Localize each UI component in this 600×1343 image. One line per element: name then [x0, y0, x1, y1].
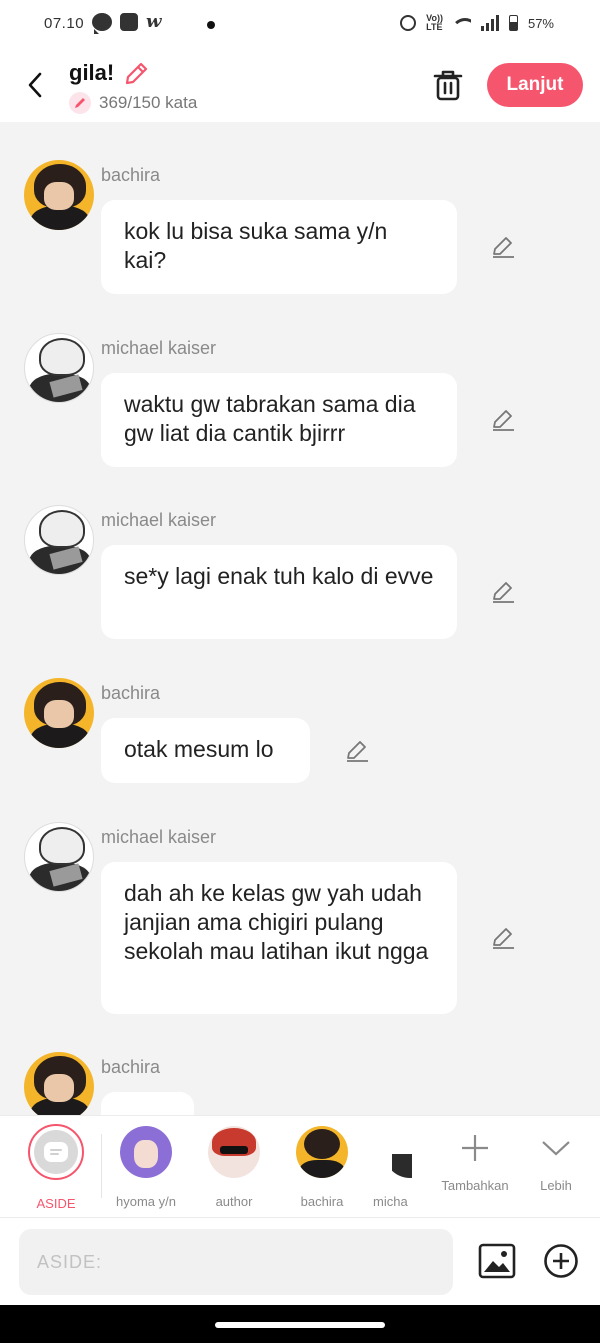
- chevron-down-icon: [542, 1141, 570, 1156]
- character-bar: ASIDE hyoma y/n author bachira micha Tam…: [0, 1115, 600, 1217]
- sender-name: bachira: [101, 1057, 161, 1077]
- add-circle-icon: [544, 1244, 578, 1278]
- insert-image-button[interactable]: [478, 1243, 516, 1279]
- battery-percent: 57%: [527, 15, 554, 31]
- avatar[interactable]: [24, 505, 94, 575]
- character-bachira[interactable]: bachira: [282, 1126, 362, 1209]
- avatar: [120, 1126, 172, 1178]
- wifi-icon: [452, 16, 471, 30]
- app-notification-icon: [120, 13, 138, 31]
- pencil-badge-icon: [69, 92, 91, 114]
- sender-name: michael kaiser: [101, 827, 217, 847]
- edit-icon[interactable]: [490, 234, 516, 260]
- alarm-icon: [400, 15, 417, 31]
- add-label: Tambahkan: [441, 1178, 509, 1193]
- story-title[interactable]: gila!: [69, 60, 114, 86]
- character-label: hyoma y/n: [116, 1194, 176, 1209]
- message-bubble[interactable]: kok lu bisa suka sama y/n kai?: [101, 200, 457, 294]
- image-icon: [478, 1243, 516, 1279]
- signal-icon: [480, 15, 499, 31]
- add-character-button[interactable]: Tambahkan: [435, 1130, 515, 1193]
- message-bubble[interactable]: waktu gw tabrakan sama dia gw liat dia c…: [101, 373, 457, 467]
- edit-title-button[interactable]: [122, 60, 150, 93]
- character-label: author: [215, 1194, 253, 1209]
- character-label: micha: [373, 1194, 408, 1209]
- avatar[interactable]: [24, 333, 94, 403]
- delete-button[interactable]: [432, 68, 464, 102]
- message-bubble[interactable]: se*y lagi enak tuh kalo di evve: [101, 545, 457, 639]
- next-button[interactable]: Lanjut: [487, 63, 583, 107]
- message-bubble[interactable]: [101, 1092, 194, 1115]
- character-label: ASIDE: [36, 1196, 76, 1211]
- sender-name: michael kaiser: [101, 338, 217, 358]
- system-nav-bar: [0, 1305, 600, 1343]
- word-count-label: 369/150 kata: [99, 93, 198, 112]
- aside-bubble-icon: [44, 1142, 68, 1162]
- system-icons: Vo)) LTE 57%: [400, 14, 554, 32]
- avatar: [296, 1126, 348, 1178]
- editor-header: gila! 369/150 kata Lanjut: [0, 50, 600, 122]
- character-author[interactable]: author: [194, 1126, 274, 1209]
- status-time: 07.10: [44, 15, 85, 32]
- input-row: [0, 1217, 600, 1305]
- avatar: [384, 1126, 420, 1178]
- character-kaiser[interactable]: micha: [370, 1126, 420, 1209]
- sender-name: bachira: [101, 683, 161, 703]
- message-bubble[interactable]: otak mesum lo: [101, 718, 310, 783]
- more-label: Lebih: [540, 1178, 572, 1193]
- aside-avatar: [28, 1124, 84, 1180]
- notification-dot-icon: [207, 21, 215, 29]
- pencil-icon: [125, 62, 148, 85]
- character-aside[interactable]: ASIDE: [16, 1124, 96, 1211]
- message-bubble[interactable]: dah ah ke kelas gw yah udah janjian ama …: [101, 862, 457, 1014]
- more-button[interactable]: Lebih: [516, 1130, 596, 1193]
- plus-icon: [462, 1135, 488, 1161]
- add-button[interactable]: [543, 1243, 579, 1279]
- edit-icon[interactable]: [344, 738, 370, 764]
- character-hyoma[interactable]: hyoma y/n: [106, 1126, 186, 1209]
- back-arrow-icon: [28, 72, 42, 98]
- volte-icon: Vo)) LTE: [426, 13, 443, 32]
- character-label: bachira: [300, 1194, 344, 1209]
- home-indicator[interactable]: [215, 1322, 385, 1328]
- chat-area[interactable]: bachira kok lu bisa suka sama y/n kai? m…: [0, 122, 600, 1115]
- chat-notification-icon: [92, 13, 112, 34]
- trash-icon: [433, 70, 463, 101]
- avatar[interactable]: [24, 1052, 94, 1115]
- notification-icons: w: [92, 11, 162, 34]
- divider: [101, 1134, 102, 1198]
- avatar[interactable]: [24, 678, 94, 748]
- edit-icon[interactable]: [490, 925, 516, 951]
- battery-icon: [508, 15, 518, 31]
- edit-icon[interactable]: [490, 579, 516, 605]
- sender-name: bachira: [101, 165, 161, 185]
- aside-input[interactable]: [19, 1229, 453, 1295]
- avatar[interactable]: [24, 822, 94, 892]
- avatar[interactable]: [24, 160, 94, 230]
- wattpad-notification-icon: w: [146, 11, 162, 32]
- back-button[interactable]: [22, 70, 48, 100]
- sender-name: michael kaiser: [101, 510, 217, 530]
- edit-icon[interactable]: [490, 407, 516, 433]
- avatar: [208, 1126, 260, 1178]
- word-count: 369/150 kata: [69, 92, 197, 114]
- status-bar: 07.10 w Vo)) LTE 57%: [0, 0, 600, 50]
